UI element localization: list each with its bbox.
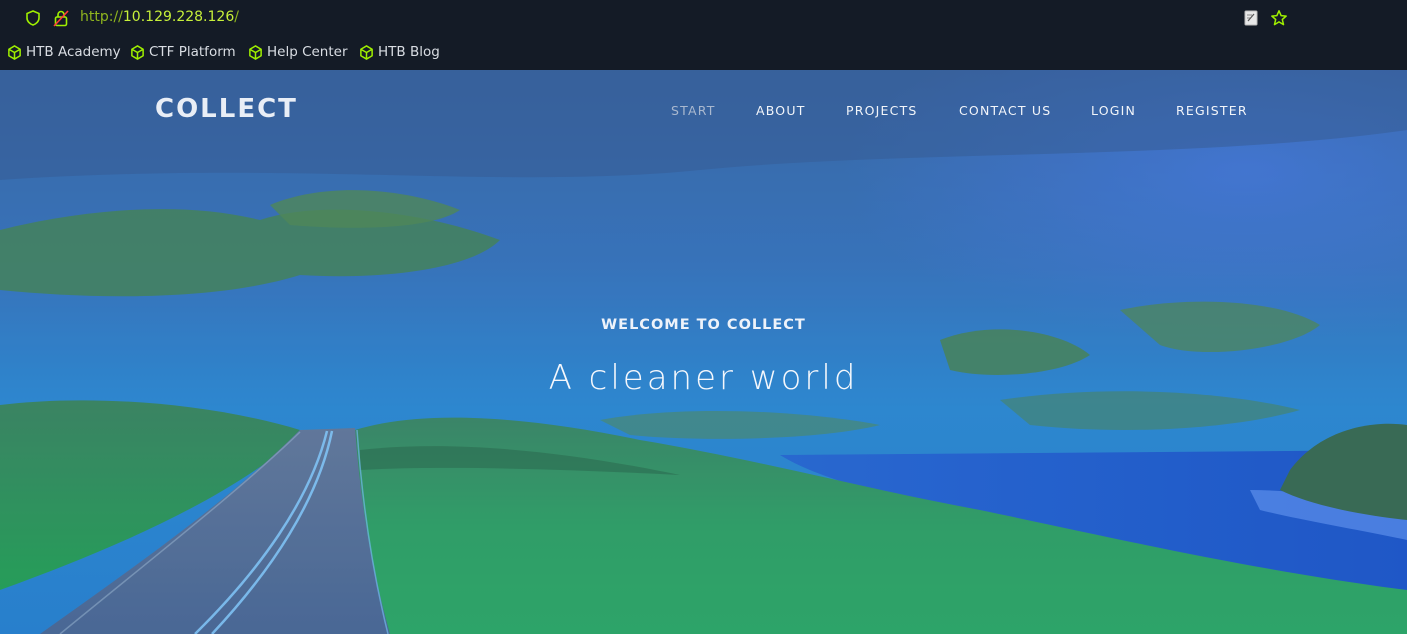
page-action-icon[interactable] (1244, 10, 1258, 30)
htb-cube-icon (131, 44, 144, 60)
url-path: / (234, 9, 239, 25)
browser-url-bar: http://10.129.228.126/ (0, 0, 1407, 37)
bookmark-help-center[interactable]: Help Center (248, 44, 348, 60)
bookmarks-toolbar: HTB Academy CTF Platform Help Center HTB… (0, 37, 1407, 70)
bookmark-label: HTB Blog (378, 44, 440, 60)
htb-cube-icon (8, 44, 21, 60)
site-logo[interactable]: COLLECT (155, 94, 298, 124)
nav-register[interactable]: REGISTER (1176, 103, 1248, 118)
nav-start[interactable]: START (671, 103, 716, 118)
url-scheme: http:// (80, 9, 123, 25)
bookmark-htb-blog[interactable]: HTB Blog (359, 44, 440, 60)
nav-login[interactable]: LOGIN (1091, 103, 1136, 118)
lock-insecure-icon[interactable] (53, 9, 69, 31)
bookmark-label: Help Center (267, 44, 348, 60)
htb-cube-icon (249, 44, 262, 60)
nav-contact-us[interactable]: CONTACT US (959, 103, 1051, 118)
hero-heading: A cleaner world (548, 358, 859, 398)
bookmark-label: CTF Platform (149, 44, 236, 60)
bookmark-htb-academy[interactable]: HTB Academy (7, 44, 121, 60)
bookmark-star-icon[interactable] (1270, 9, 1288, 31)
hero-background-image (0, 70, 1407, 634)
shield-icon[interactable] (25, 10, 41, 30)
bookmark-ctf-platform[interactable]: CTF Platform (130, 44, 236, 60)
url-field[interactable]: http://10.129.228.126/ (80, 9, 239, 25)
nav-about[interactable]: ABOUT (756, 103, 806, 118)
hero-section: COLLECT START ABOUT PROJECTS CONTACT US … (0, 70, 1407, 634)
bookmark-label: HTB Academy (26, 44, 121, 60)
url-host: 10.129.228.126 (122, 9, 235, 25)
nav-projects[interactable]: PROJECTS (846, 103, 918, 118)
hero-subheading: WELCOME TO COLLECT (601, 317, 806, 333)
htb-cube-icon (360, 44, 373, 60)
